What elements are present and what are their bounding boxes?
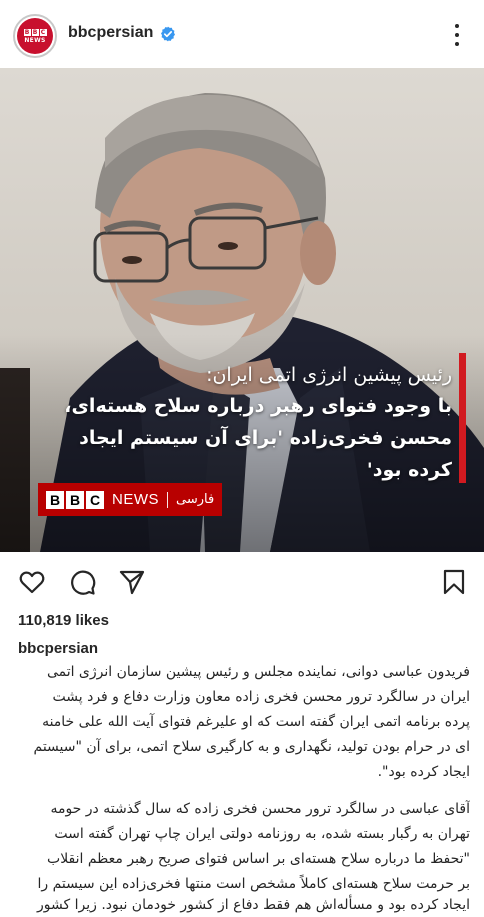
share-icon[interactable] xyxy=(118,568,146,596)
avatar-logo-letter: C xyxy=(39,28,47,36)
avatar-logo-news: NEWS xyxy=(24,36,46,44)
likes-count[interactable]: 110,819 likes xyxy=(18,612,109,629)
caption-line: "تحفظ ما درباره سلاح هسته‌ای بر اساس فتو… xyxy=(47,851,470,867)
post-image[interactable]: رئیس پیشین انرژی اتمی ایران: با وجود فتو… xyxy=(0,68,484,552)
overlay-headline-line: کرده بود' xyxy=(366,459,452,481)
post-username[interactable]: bbcpersian xyxy=(68,24,153,42)
headline-accent-bar xyxy=(459,353,466,483)
caption-line: ایجاد کرده بود". xyxy=(377,764,470,780)
caption-line: ایجاد کرده بود و مسأله‌اش هم فقط دفاع از… xyxy=(37,897,470,913)
avatar-logo-letter: B xyxy=(23,28,31,36)
overlay-headline-line: رئیس پیشین انرژی اتمی ایران: xyxy=(206,364,452,386)
heart-icon[interactable] xyxy=(18,568,46,596)
comment-icon[interactable] xyxy=(68,568,96,596)
caption-username[interactable]: bbcpersian xyxy=(18,640,98,657)
caption-line: ای در حرام بودن تولید، نگهداری و به کارگ… xyxy=(33,739,470,755)
avatar[interactable]: B B C NEWS xyxy=(13,14,57,58)
post-actions xyxy=(0,552,484,608)
bbc-news-logo: B B C NEWS xyxy=(17,18,53,54)
brand-language-text: فارسی xyxy=(176,492,215,507)
brand-logo-letter: C xyxy=(86,490,104,509)
caption-line: فریدون عباسی دوانی، نماینده مجلس و رئیس … xyxy=(46,664,470,680)
caption-line: ایران در سالگرد ترور محسن فخری زاده معاو… xyxy=(52,689,471,705)
brand-news-text: NEWS xyxy=(112,491,159,508)
brand-separator xyxy=(167,491,168,508)
verified-badge-icon xyxy=(161,26,175,42)
caption-line: تهران به رگبار بسته شده، به روزنامه دولت… xyxy=(54,826,470,842)
overlay-headline-line: با وجود فتوای رهبر درباره سلاح هسته‌ای، xyxy=(64,395,452,417)
more-options-icon[interactable] xyxy=(447,22,467,48)
brand-logo-letter: B xyxy=(66,490,84,509)
post-header: B B C NEWS bbcpersian xyxy=(0,0,484,68)
overlay-headline-line: محسن فخری‌زاده 'برای آن سیستم ایجاد xyxy=(79,427,452,449)
caption-line: آقای عباسی در سالگرد ترور محسن فخری زاده… xyxy=(50,801,470,817)
bbc-news-farsi-logo: B B C NEWS فارسی xyxy=(38,483,223,516)
bookmark-icon[interactable] xyxy=(440,568,468,596)
brand-logo-letter: B xyxy=(46,490,64,509)
caption-line: پرده برنامه اتمی ایران گفته است که او عل… xyxy=(42,714,470,730)
avatar-logo-letter: B xyxy=(31,28,39,36)
